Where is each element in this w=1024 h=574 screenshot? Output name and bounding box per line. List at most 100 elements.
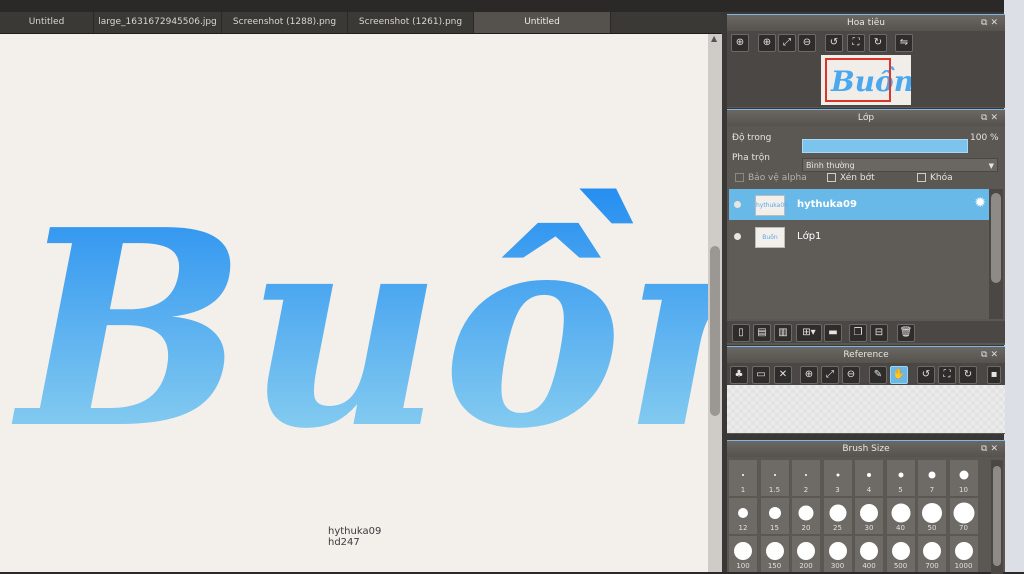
brush-dot-icon bbox=[891, 542, 910, 560]
brush-size-cell[interactable]: 400 bbox=[855, 536, 883, 572]
brush-size-cell[interactable]: 25 bbox=[823, 498, 852, 534]
zoom-in-icon[interactable]: ⊕ bbox=[758, 34, 776, 52]
close-icon[interactable]: ✕ bbox=[774, 366, 792, 384]
brush-dot-icon bbox=[867, 473, 871, 477]
brush-dot-icon bbox=[734, 542, 752, 560]
zoom-out-icon[interactable]: ⊖ bbox=[842, 366, 860, 384]
visibility-dot-icon[interactable] bbox=[734, 201, 741, 208]
folder-icon[interactable]: ▬ bbox=[824, 324, 842, 342]
rotate-left-icon[interactable]: ↺ bbox=[825, 34, 843, 52]
protect-alpha-checkbox[interactable]: Bảo vệ alpha bbox=[735, 173, 807, 183]
brush-size-label: 40 bbox=[896, 524, 905, 532]
brush-size-cell[interactable]: 1000 bbox=[949, 536, 978, 572]
brush-size-cell[interactable]: 200 bbox=[792, 536, 820, 572]
tab-untitled-active[interactable]: Untitled bbox=[474, 12, 611, 33]
new-layer-icon[interactable]: ▯ bbox=[732, 324, 750, 342]
brush-size-cell[interactable]: 7 bbox=[918, 460, 946, 496]
new-layer-alt-icon[interactable]: ▤ bbox=[753, 324, 771, 342]
brush-size-cell[interactable]: 12 bbox=[729, 498, 757, 534]
brush-size-label: 12 bbox=[738, 524, 748, 532]
brush-size-cell[interactable]: 500 bbox=[886, 536, 915, 572]
flip-icon[interactable]: ⇋ bbox=[895, 34, 913, 52]
tab-screenshot-1261[interactable]: Screenshot (1261).png bbox=[348, 12, 474, 33]
tab-untitled-1[interactable]: Untitled bbox=[0, 12, 94, 33]
panel-buttons[interactable]: ⧉✕ bbox=[981, 347, 1001, 363]
brush-size-cell[interactable]: 700 bbox=[918, 536, 946, 572]
zoom-in-icon[interactable]: ⊕ bbox=[800, 366, 818, 384]
brush-size-cell[interactable]: 30 bbox=[855, 498, 883, 534]
panel-buttons[interactable]: ⧉✕ bbox=[981, 441, 1001, 457]
lock-label: Khóa bbox=[930, 173, 953, 183]
brush-dot-icon bbox=[836, 473, 839, 477]
brush-size-label: 3 bbox=[835, 486, 840, 494]
brush-dot-icon bbox=[860, 504, 878, 522]
brush-size-cell[interactable]: 300 bbox=[823, 536, 852, 572]
zoom-out-icon[interactable]: ⊖ bbox=[798, 34, 816, 52]
visibility-dot-icon[interactable] bbox=[734, 233, 741, 240]
new-layer-copy-icon[interactable]: ▥ bbox=[774, 324, 792, 342]
brush-size-cell[interactable]: 3 bbox=[823, 460, 852, 496]
brush-size-cell[interactable]: 1.5 bbox=[760, 460, 789, 496]
gear-icon[interactable]: ✹ bbox=[974, 195, 986, 211]
layer-row-hythuka09[interactable]: hythuka09 hythuka09 ✹ bbox=[729, 189, 989, 220]
scrollbar-thumb[interactable] bbox=[710, 246, 720, 416]
duplicate-icon[interactable]: ❐ bbox=[849, 324, 867, 342]
brush-size-cell[interactable]: 40 bbox=[886, 498, 915, 534]
fullscreen-icon[interactable]: ⛶ bbox=[938, 366, 956, 384]
brush-size-label: 150 bbox=[767, 562, 782, 570]
tab-screenshot-1288[interactable]: Screenshot (1288).png bbox=[222, 12, 348, 33]
panel-buttons[interactable]: ⧉✕ bbox=[981, 15, 1001, 31]
opacity-value: 100 % bbox=[970, 133, 999, 143]
brush-size-cell[interactable]: 100 bbox=[729, 536, 757, 572]
open-folder-icon[interactable]: ▭ bbox=[752, 366, 770, 384]
brush-size-cell[interactable]: 20 bbox=[792, 498, 820, 534]
blend-mode-select[interactable]: Bình thường ▼ bbox=[802, 158, 998, 172]
tab-large-jpg[interactable]: large_1631672945506.jpg bbox=[94, 12, 222, 33]
hand-icon[interactable]: ✋ bbox=[890, 366, 908, 384]
brush-size-cell[interactable]: 4 bbox=[855, 460, 883, 496]
brush-size-cell[interactable]: 15 bbox=[760, 498, 789, 534]
brush-dot-icon bbox=[922, 503, 942, 523]
scrollbar-thumb[interactable] bbox=[993, 466, 1001, 566]
scrollbar-thumb[interactable] bbox=[991, 193, 1001, 283]
zoom-fit-icon[interactable]: ⊕ bbox=[731, 34, 749, 52]
panel-buttons[interactable]: ⧉✕ bbox=[981, 110, 1001, 126]
brush-dot-icon bbox=[959, 470, 968, 480]
rotate-right-icon[interactable]: ↻ bbox=[869, 34, 887, 52]
rotate-left-icon[interactable]: ↺ bbox=[917, 366, 935, 384]
brush-size-cell[interactable]: 2 bbox=[792, 460, 820, 496]
trash-icon[interactable]: 🗑 bbox=[897, 324, 915, 342]
navigator-view-frame[interactable] bbox=[825, 58, 891, 102]
opacity-slider[interactable] bbox=[802, 139, 968, 153]
reference-image-area[interactable] bbox=[727, 385, 1005, 433]
brush-size-cell[interactable]: 70 bbox=[949, 498, 978, 534]
fullscreen-icon[interactable]: ⛶ bbox=[847, 34, 865, 52]
brush-size-label: 400 bbox=[862, 562, 876, 570]
rotate-right-icon[interactable]: ↻ bbox=[959, 366, 977, 384]
brush-size-cell[interactable]: 150 bbox=[760, 536, 789, 572]
more-icon[interactable]: ▪ bbox=[987, 366, 1001, 384]
brush-size-label: 1000 bbox=[954, 562, 973, 570]
fit-window-icon[interactable]: ⤢ bbox=[778, 34, 796, 52]
brush-size-cell[interactable]: 50 bbox=[918, 498, 946, 534]
clip-checkbox[interactable]: Xén bớt bbox=[827, 173, 875, 183]
reference-title-text: Reference bbox=[843, 350, 889, 360]
merge-icon[interactable]: ⊟ bbox=[870, 324, 888, 342]
add-menu-icon[interactable]: ⊞▾ bbox=[796, 324, 822, 342]
tree-icon[interactable]: ♣ bbox=[730, 366, 748, 384]
brush-size-cell[interactable]: 10 bbox=[949, 460, 978, 496]
drawing-canvas[interactable]: Buồn hythuka09 hd247 bbox=[0, 34, 708, 572]
brush-size-scrollbar[interactable] bbox=[991, 460, 1003, 574]
brush-size-label: 500 bbox=[893, 562, 908, 570]
fit-window-icon[interactable]: ⤢ bbox=[821, 366, 839, 384]
scroll-up-arrow-icon[interactable]: ▲ bbox=[711, 34, 717, 43]
layer-row-lop1[interactable]: Buồn Lớp1 bbox=[729, 221, 989, 252]
brush-size-cell[interactable]: 1 bbox=[729, 460, 757, 496]
brush-size-cell[interactable]: 5 bbox=[886, 460, 915, 496]
checkbox-icon bbox=[735, 173, 744, 182]
canvas-vertical-scrollbar[interactable]: ▲ bbox=[708, 34, 722, 572]
layer-list-scrollbar[interactable] bbox=[989, 189, 1003, 319]
eyedropper-icon[interactable]: ✎ bbox=[869, 366, 887, 384]
lock-checkbox[interactable]: Khóa bbox=[917, 173, 953, 183]
navigator-preview[interactable]: Buồn bbox=[727, 53, 1005, 107]
